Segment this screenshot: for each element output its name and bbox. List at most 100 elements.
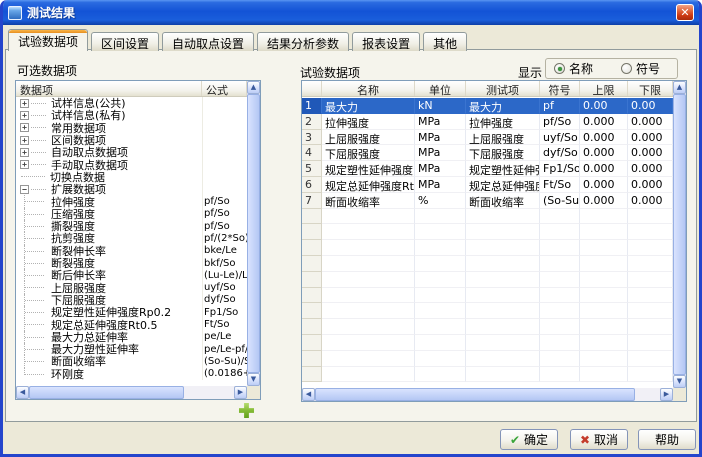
grid-row[interactable]: 4下屈服强度MPa下屈服强度dyf/So0.0000.000: [302, 145, 673, 161]
grid-column-header[interactable]: 下限: [628, 81, 673, 96]
expand-plus-icon[interactable]: +: [20, 148, 29, 157]
scroll-up-icon[interactable]: ▲: [673, 81, 686, 94]
scroll-down-icon[interactable]: ▼: [673, 375, 686, 388]
radio-name-option[interactable]: 名称: [554, 60, 593, 77]
grid-empty-row[interactable]: [302, 209, 673, 225]
grid-hscroll-track[interactable]: [635, 388, 660, 401]
radio-unselected-icon[interactable]: [621, 63, 632, 74]
tree-connector: [24, 257, 49, 269]
tab-test-data-items[interactable]: 试验数据项: [8, 29, 88, 51]
grid-cell: [466, 303, 540, 319]
grid-column-header[interactable]: 上限: [580, 81, 628, 96]
expand-plus-icon[interactable]: +: [20, 111, 29, 120]
grid-empty-row[interactable]: [302, 303, 673, 319]
grid-empty-row[interactable]: [302, 224, 673, 240]
collapse-minus-icon[interactable]: −: [20, 185, 29, 194]
scroll-left-icon[interactable]: ◀: [302, 388, 315, 401]
cancel-button-label: 取消: [594, 431, 618, 448]
expand-plus-icon[interactable]: +: [20, 99, 29, 108]
expand-plus-icon[interactable]: +: [20, 160, 29, 169]
grid-cell: [466, 367, 540, 383]
tree-connector: [24, 343, 49, 355]
expand-plus-icon[interactable]: +: [20, 136, 29, 145]
grid-cell: [466, 351, 540, 367]
grid-cell: [466, 319, 540, 335]
display-mode-group: 名称 符号: [545, 58, 678, 79]
grid-column-header[interactable]: 名称: [322, 81, 415, 96]
grid-vertical-scrollbar[interactable]: ▲ ▼: [673, 81, 686, 388]
grid-column-header[interactable]: [302, 81, 322, 96]
grid-cell: [302, 240, 322, 256]
grid-cell: [580, 224, 628, 240]
tab-other[interactable]: 其他: [423, 32, 467, 51]
scroll-down-icon[interactable]: ▼: [247, 373, 260, 386]
cancel-button[interactable]: ✖ 取消: [570, 429, 628, 450]
cancel-x-icon: ✖: [580, 433, 590, 447]
scroll-right-icon[interactable]: ▶: [234, 386, 247, 399]
left-vertical-scrollbar[interactable]: ▲ ▼: [247, 81, 260, 386]
add-new-item-button[interactable]: [239, 403, 254, 418]
grid-cell: [415, 303, 466, 319]
grid-cell: [580, 367, 628, 383]
grid-hscroll-thumb[interactable]: [315, 388, 635, 401]
left-hscroll-track[interactable]: [184, 386, 234, 399]
tab-report-settings[interactable]: 报表设置: [352, 32, 420, 51]
available-items-list: 数据项 公式 +试样信息(公共)+试样信息(私有)+常用数据项+区间数据项+自动…: [15, 80, 261, 400]
grid-empty-row[interactable]: [302, 272, 673, 288]
grid-column-header[interactable]: 单位: [415, 81, 466, 96]
scroll-right-icon[interactable]: ▶: [660, 388, 673, 401]
grid-cell: [628, 367, 673, 383]
grid-row[interactable]: 6规定总延伸强度Rt0.5MPa规定总延伸强度Rt0.5Ft/So0.0000.…: [302, 177, 673, 193]
grid-cell: Ft/So: [540, 177, 580, 193]
left-hscroll-thumb[interactable]: [29, 386, 184, 399]
grid-body: 1最大力kN最大力pf0.000.002拉伸强度MPa拉伸强度pf/So0.00…: [302, 98, 673, 382]
scroll-left-icon[interactable]: ◀: [16, 386, 29, 399]
grid-row[interactable]: 7断面收缩率%断面收缩率(So-Su)/So0.0000.000: [302, 193, 673, 209]
grid-row[interactable]: 2拉伸强度MPa拉伸强度pf/So0.0000.000: [302, 114, 673, 130]
tab-auto-point-settings[interactable]: 自动取点设置: [162, 32, 254, 51]
grid-row-number: 6: [302, 177, 322, 193]
grid-horizontal-scrollbar[interactable]: ◀ ▶: [302, 388, 673, 401]
scroll-up-icon[interactable]: ▲: [247, 81, 260, 94]
grid-row[interactable]: 3上屈服强度MPa上屈服强度uyf/So0.0000.000: [302, 130, 673, 146]
tree-item[interactable]: 环刚度(0.0186+0: [16, 368, 247, 380]
close-button[interactable]: ✕: [676, 4, 694, 21]
grid-column-header[interactable]: 符号: [540, 81, 580, 96]
grid-empty-row[interactable]: [302, 240, 673, 256]
grid-cell: [415, 319, 466, 335]
expand-plus-icon[interactable]: +: [20, 123, 29, 132]
column-header-data-item[interactable]: 数据项: [16, 81, 202, 96]
left-horizontal-scrollbar[interactable]: ◀ ▶: [16, 386, 247, 399]
tree-line: [31, 127, 46, 128]
left-vscroll-thumb[interactable]: [247, 94, 260, 373]
grid-cell: [302, 303, 322, 319]
grid-empty-row[interactable]: [302, 367, 673, 383]
grid-empty-row[interactable]: [302, 335, 673, 351]
grid-cell: [466, 224, 540, 240]
help-button[interactable]: 帮助: [638, 429, 696, 450]
grid-vscroll-thumb[interactable]: [673, 94, 686, 375]
grid-cell: 0.000: [580, 193, 628, 209]
grid-cell: 0.000: [580, 130, 628, 146]
tab-result-analysis-params[interactable]: 结果分析参数: [257, 32, 349, 51]
grid-cell: [466, 335, 540, 351]
grid-empty-row[interactable]: [302, 256, 673, 272]
grid-row[interactable]: 1最大力kN最大力pf0.000.00: [302, 98, 673, 114]
tree-line: [21, 176, 45, 177]
grid-cell: [322, 303, 415, 319]
grid-cell: [628, 272, 673, 288]
grid-empty-row[interactable]: [302, 319, 673, 335]
grid-empty-row[interactable]: [302, 288, 673, 304]
grid-column-header[interactable]: 测试项: [466, 81, 540, 96]
grid-row[interactable]: 5规定塑性延伸强度Rp0.2MPa规定塑性延伸强度Rp0.2Fp1/So0.00…: [302, 161, 673, 177]
title-bar[interactable]: 测试结果 ✕: [3, 0, 699, 25]
grid-empty-row[interactable]: [302, 351, 673, 367]
radio-symbol-option[interactable]: 符号: [621, 60, 660, 77]
grid-row-number: 5: [302, 161, 322, 177]
grid-cell: 0.000: [580, 114, 628, 130]
tab-interval-settings[interactable]: 区间设置: [91, 32, 159, 51]
ok-button[interactable]: ✔ 确定: [500, 429, 558, 450]
tree-connector: [24, 281, 49, 293]
radio-selected-icon[interactable]: [554, 63, 565, 74]
column-header-formula[interactable]: 公式: [202, 81, 247, 96]
